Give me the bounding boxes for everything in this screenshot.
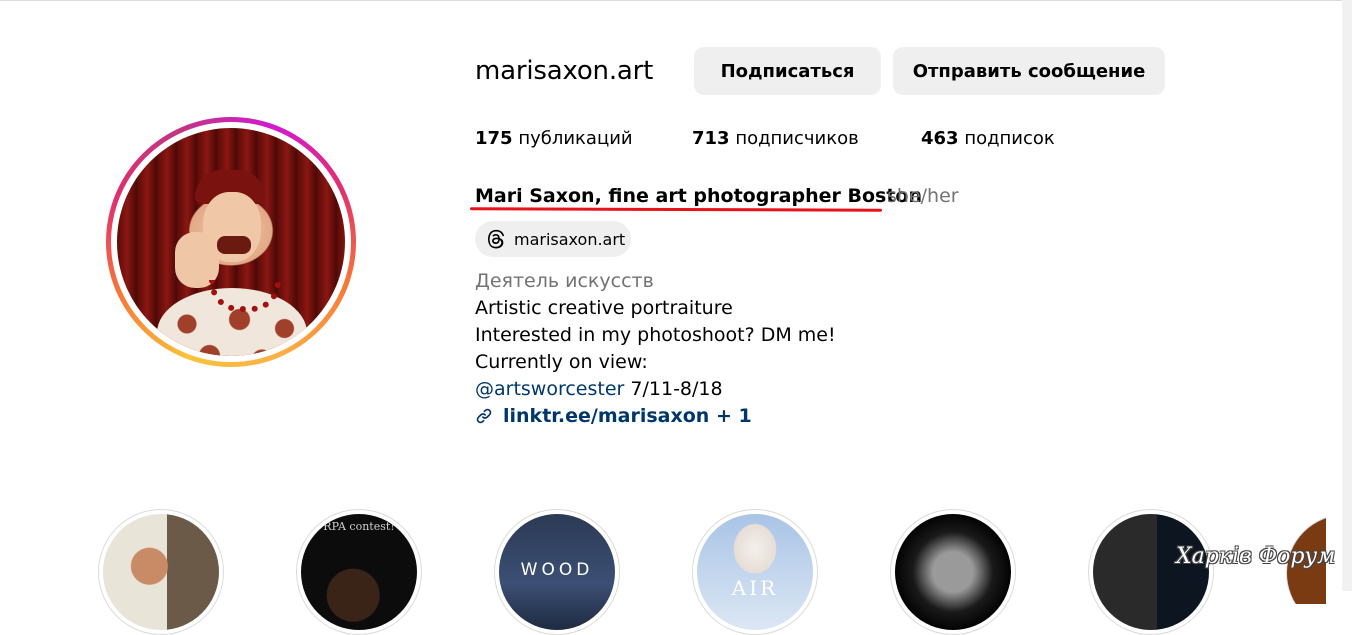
bio-line-2: Interested in my photoshoot? DM me! xyxy=(475,324,836,346)
highlight-cover-text: AIR xyxy=(731,576,779,600)
threads-icon xyxy=(488,229,505,249)
link-text: linktr.ee/marisaxon xyxy=(503,405,710,427)
followers-count: 713 xyxy=(692,128,730,149)
bio-mention-line: @artsworcester 7/11-8/18 xyxy=(475,378,723,400)
username: marisaxon.art xyxy=(475,56,654,86)
mention-dates: 7/11-8/18 xyxy=(624,378,723,400)
mention-link[interactable]: @artsworcester xyxy=(475,378,624,400)
highlight-cover xyxy=(103,514,219,630)
scrollbar[interactable] xyxy=(1342,0,1352,591)
story-highlight-5[interactable] xyxy=(890,509,1016,635)
threads-handle: marisaxon.art xyxy=(514,229,626,249)
threads-link-chip[interactable]: marisaxon.art xyxy=(475,221,631,257)
following-stat[interactable]: 463 подписок xyxy=(921,128,1055,149)
posts-count: 175 xyxy=(475,128,513,149)
link-extra: + 1 xyxy=(709,405,752,427)
bio-line-3: Currently on view: xyxy=(475,351,648,373)
avatar-photo xyxy=(117,128,345,356)
highlight-cover: AIR xyxy=(697,514,813,630)
story-highlight-2[interactable]: RPA contest! xyxy=(296,509,422,635)
story-highlight-3[interactable]: WOOD xyxy=(494,509,620,635)
send-message-button[interactable]: Отправить сообщение xyxy=(893,47,1165,95)
red-annotation-underline xyxy=(469,207,883,212)
profile-avatar[interactable] xyxy=(106,117,356,367)
pronouns: she/her xyxy=(887,185,959,207)
highlight-cover xyxy=(1093,514,1209,630)
highlight-cover xyxy=(895,514,1011,630)
avatar-food xyxy=(217,236,251,254)
bio-line-1: Artistic creative portraiture xyxy=(475,297,733,319)
story-highlight-6[interactable] xyxy=(1088,509,1214,635)
watermark: Харків Форум xyxy=(1176,544,1336,569)
link-icon xyxy=(476,408,492,424)
following-label: подписок xyxy=(964,128,1055,149)
highlight-cover: RPA contest! xyxy=(301,514,417,630)
follow-button[interactable]: Подписаться xyxy=(694,47,881,95)
category-label: Деятель искусств xyxy=(475,270,654,292)
highlight-cover-text: WOOD xyxy=(520,560,594,580)
external-link[interactable]: linktr.ee/marisaxon + 1 xyxy=(475,405,752,427)
highlight-cover-text: RPA contest! xyxy=(323,520,395,533)
followers-label: подписчиков xyxy=(735,128,859,149)
top-divider xyxy=(0,0,1342,1)
full-name: Mari Saxon, fine art photographer Boston xyxy=(475,185,923,207)
following-count: 463 xyxy=(921,128,959,149)
posts-stat: 175 публикаций xyxy=(475,128,633,149)
followers-stat[interactable]: 713 подписчиков xyxy=(692,128,859,149)
story-highlight-4[interactable]: AIR xyxy=(692,509,818,635)
posts-label: публикаций xyxy=(518,128,633,149)
highlight-cover: WOOD xyxy=(499,514,615,630)
story-highlight-1[interactable] xyxy=(98,509,224,635)
